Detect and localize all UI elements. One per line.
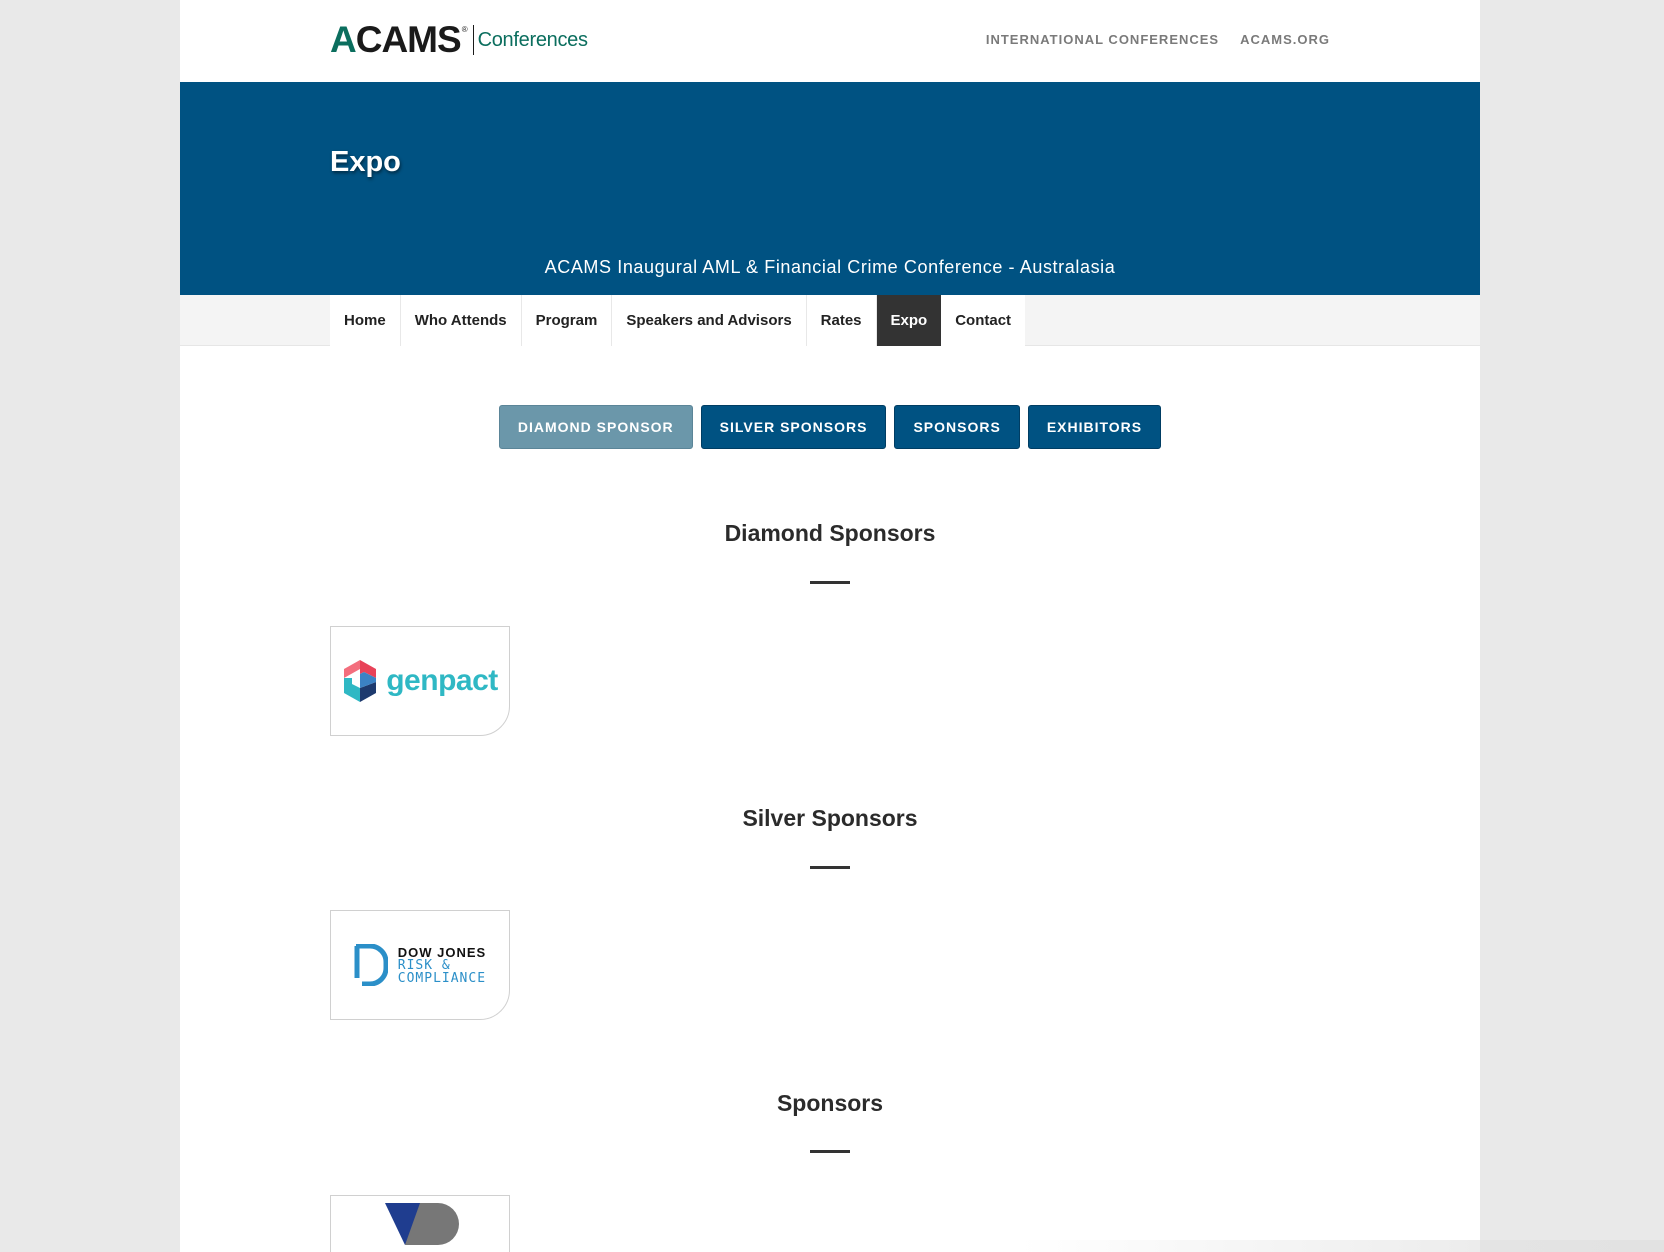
main-nav: Home Who Attends Program Speakers and Ad… xyxy=(180,295,1480,346)
logo-subtitle: Conferences xyxy=(477,28,588,51)
diamond-sponsors-heading: Diamond Sponsors xyxy=(724,520,936,546)
dow-jones-wordmark: DOW JONES RISK & COMPLIANCE xyxy=(398,946,486,985)
page: ACAMS ® Conferences INTERNATIONAL CONFER… xyxy=(180,0,1480,1252)
section-divider xyxy=(810,1150,850,1153)
tab-sponsors[interactable]: SPONSORS xyxy=(894,405,1020,449)
genpact-icon xyxy=(344,660,377,702)
tab-silver-sponsors[interactable]: SILVER SPONSORS xyxy=(700,405,887,449)
nav-item-contact[interactable]: Contact xyxy=(941,295,1026,346)
silver-sponsors-heading: Silver Sponsors xyxy=(742,805,918,831)
nav-item-expo[interactable]: Expo xyxy=(876,295,942,346)
section-divider xyxy=(810,581,850,584)
top-header: ACAMS ® Conferences INTERNATIONAL CONFER… xyxy=(180,0,1480,82)
genpact-wordmark: genpact xyxy=(386,664,498,697)
genpact-logo-card[interactable]: genpact xyxy=(330,626,510,736)
bottom-shadow xyxy=(1020,1240,1664,1252)
tab-exhibitors[interactable]: EXHIBITORS xyxy=(1027,405,1162,449)
page-title: Expo xyxy=(330,146,401,178)
nav-item-program[interactable]: Program xyxy=(521,295,613,346)
logo-separator xyxy=(472,25,474,55)
logo-registered-mark: ® xyxy=(461,25,468,34)
sponsors-heading: Sponsors xyxy=(776,1090,884,1116)
nav-item-who-attends[interactable]: Who Attends xyxy=(400,295,522,346)
sponsor-logo-icon xyxy=(385,1203,459,1245)
acams-org-link[interactable]: ACAMS.ORG xyxy=(1240,32,1330,47)
dj-line-3: COMPLIANCE xyxy=(397,970,487,986)
section-divider xyxy=(810,866,850,869)
international-conferences-link[interactable]: INTERNATIONAL CONFERENCES xyxy=(986,32,1219,47)
top-links: INTERNATIONAL CONFERENCES ACAMS.ORG xyxy=(986,32,1330,47)
acams-logo[interactable]: ACAMS ® Conferences xyxy=(330,19,588,60)
hero-banner: Expo ACAMS Inaugural AML & Financial Cri… xyxy=(180,82,1480,295)
dj-line-1: DOW JONES xyxy=(397,944,487,960)
dj-line-2: RISK & xyxy=(397,957,451,973)
dow-jones-icon xyxy=(354,944,388,986)
nav-item-speakers[interactable]: Speakers and Advisors xyxy=(612,295,807,346)
nav-item-home[interactable]: Home xyxy=(330,295,401,346)
sponsor-tabs: DIAMOND SPONSOR SILVER SPONSORS SPONSORS… xyxy=(180,405,1480,449)
nav-item-rates[interactable]: Rates xyxy=(806,295,877,346)
logo-wordmark: ACAMS xyxy=(330,19,462,60)
sponsor-logo-card[interactable] xyxy=(330,1195,510,1252)
conference-subtitle: ACAMS Inaugural AML & Financial Crime Co… xyxy=(544,257,1116,277)
tab-diamond-sponsor[interactable]: DIAMOND SPONSOR xyxy=(498,405,693,449)
dow-jones-logo-card[interactable]: DOW JONES RISK & COMPLIANCE xyxy=(330,910,510,1020)
